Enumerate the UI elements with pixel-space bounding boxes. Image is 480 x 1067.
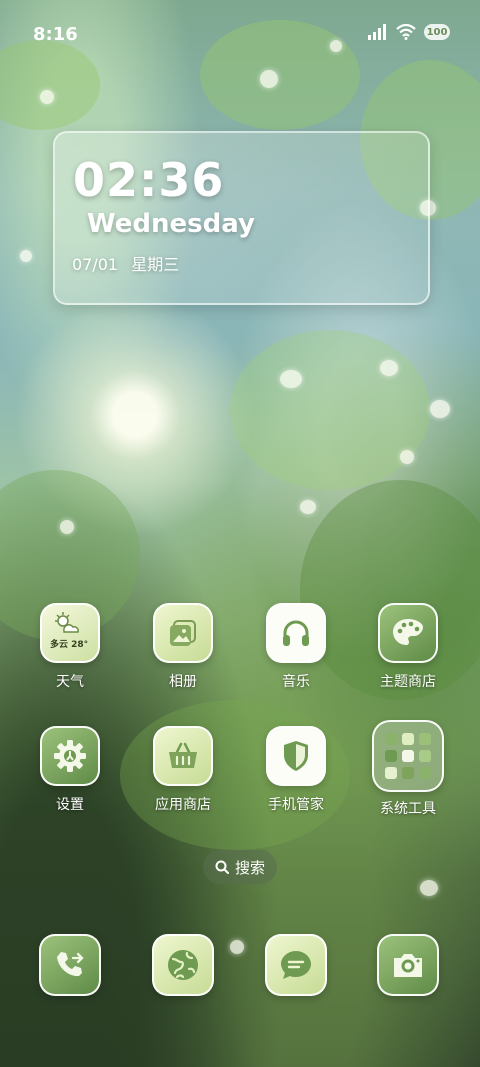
- app-label-music: 音乐: [282, 674, 310, 690]
- app-label-settings: 设置: [56, 797, 84, 813]
- message-icon: [265, 934, 327, 996]
- app-settings[interactable]: 设置: [20, 726, 120, 814]
- app-folder-system-tools[interactable]: 系统工具: [358, 720, 458, 818]
- app-phone-manager[interactable]: 手机管家: [246, 726, 346, 814]
- app-label-system-tools: 系统工具: [380, 801, 436, 817]
- app-label-theme-store: 主题商店: [380, 674, 436, 690]
- app-label-weather: 天气: [56, 674, 84, 690]
- dock-messages[interactable]: [246, 934, 346, 996]
- app-gallery[interactable]: 相册: [133, 603, 233, 691]
- folder-preview: [385, 733, 431, 779]
- app-weather[interactable]: 多云 28° 天气: [20, 603, 120, 691]
- clock-date-numeric: 07/01: [72, 255, 119, 274]
- basket-icon: [153, 726, 213, 786]
- search-label: 搜索: [234, 858, 265, 877]
- gear-icon: [40, 726, 100, 786]
- battery-indicator: 100: [424, 24, 450, 40]
- dock-camera[interactable]: [358, 934, 458, 996]
- app-music[interactable]: 音乐: [246, 603, 346, 691]
- phone-icon: [39, 934, 101, 996]
- app-app-store[interactable]: 应用商店: [133, 726, 233, 814]
- dock-browser[interactable]: [133, 934, 233, 996]
- status-icons: 100: [368, 24, 450, 40]
- search-button[interactable]: 搜索: [203, 850, 277, 884]
- wifi-icon: [396, 24, 416, 40]
- palette-icon: [378, 603, 438, 663]
- status-time: 8:16: [33, 24, 78, 45]
- clock-weekday-cn: 星期三: [131, 255, 180, 274]
- shield-icon: [266, 726, 326, 786]
- app-label-phone-manager: 手机管家: [268, 797, 324, 813]
- folder-icon: [372, 720, 444, 792]
- gallery-icon: [153, 603, 213, 663]
- status-bar: 8:16 100: [0, 0, 480, 70]
- weather-condition: 多云 28°: [50, 640, 89, 650]
- browser-globe-icon: [152, 934, 214, 996]
- clock-time: 02:36: [73, 153, 225, 207]
- app-label-gallery: 相册: [169, 674, 197, 690]
- clock-widget[interactable]: 02:36 Wednesday 07/01 星期三: [53, 131, 430, 305]
- camera-icon: [377, 934, 439, 996]
- clock-weekday: Wednesday: [87, 209, 255, 239]
- dock-phone[interactable]: [20, 934, 120, 996]
- signal-icon: [368, 24, 386, 40]
- headphones-icon: [266, 603, 326, 663]
- search-icon: [215, 860, 229, 874]
- clock-date: 07/01 星期三: [72, 251, 179, 275]
- weather-icon: 多云 28°: [40, 603, 100, 663]
- app-label-app-store: 应用商店: [155, 797, 211, 813]
- app-theme-store[interactable]: 主题商店: [358, 603, 458, 691]
